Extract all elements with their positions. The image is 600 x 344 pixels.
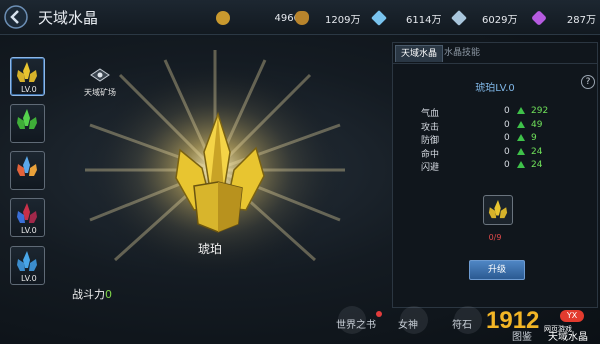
silver-diamond-icon [451, 10, 467, 26]
resource-value: 6029万 [482, 14, 518, 26]
crystal-info-panel: 天域水晶 水晶技能 ? 琥珀LV.0 气血 0 292 攻击 0 49 防御 0 [392, 42, 598, 308]
mine-icon [90, 68, 110, 82]
crystal-level: LV.0 [21, 85, 37, 94]
resource-silver-diamond: 6029万 [451, 10, 518, 26]
green-crystal-icon [17, 109, 37, 129]
tab-sky-crystal[interactable]: 天域水晶 [395, 45, 444, 62]
game-screen: 天域水晶 4966 1209万 6114万 6029万 287万 LV.0 LV… [0, 0, 600, 344]
stat-next: 24 [531, 160, 543, 170]
watermark-number: 1912 [486, 307, 540, 334]
mine-label: 天域矿场 [84, 88, 116, 97]
resource-value: 1209万 [325, 14, 361, 26]
crystal-slot-green[interactable] [10, 104, 45, 143]
arrow-up-icon [517, 147, 525, 155]
fire-crystal-icon [17, 156, 37, 176]
crystal-name: 琥珀 [198, 242, 223, 256]
page-title: 天域水晶 [38, 9, 99, 27]
stat-next: 9 [531, 133, 537, 143]
amber-crystal-icon [17, 62, 37, 82]
back-icon[interactable] [4, 5, 28, 29]
crystal-slot-fire[interactable] [10, 151, 45, 190]
crystal-slot-red[interactable]: LV.0 [10, 198, 45, 237]
nav-world-book[interactable]: 世界之书 [336, 306, 376, 334]
stat-row: 命中 0 24 [421, 147, 581, 161]
stat-next: 292 [531, 106, 549, 116]
stats-list: 气血 0 292 攻击 0 49 防御 0 9 命中 0 24 闪避 0 24 [421, 106, 581, 174]
crystal-slot-blue[interactable]: LV.0 [10, 246, 45, 285]
resource-value: 287万 [566, 14, 596, 26]
panel-tabs: 天域水晶 水晶技能 [393, 43, 597, 64]
blue-diamond-icon [371, 10, 387, 26]
crystal-level-title: 琥珀LV.0 [475, 83, 515, 94]
crystal-slot-amber[interactable]: LV.0 [10, 57, 45, 96]
combat-power: 战斗力0 [72, 286, 112, 302]
tab-crystal-skills[interactable]: 水晶技能 [439, 45, 485, 61]
stat-name: 闪避 [421, 163, 440, 173]
resource-value: 6114万 [406, 14, 442, 26]
stat-next: 49 [531, 119, 543, 130]
coin-bag-icon [295, 11, 309, 25]
stat-row: 闪避 0 24 [421, 160, 581, 174]
resource-purple-gem: 287万 [531, 10, 596, 26]
nav-goddess[interactable]: 女神 [398, 306, 428, 334]
top-bar: 天域水晶 4966 1209万 6114万 6029万 287万 [0, 0, 600, 35]
stat-name: 防御 [421, 136, 440, 146]
stat-current: 0 [504, 146, 510, 157]
watermark-subtitle: 网页游戏 [544, 325, 572, 333]
stat-current: 0 [504, 119, 510, 130]
amber-crystal-image [175, 112, 265, 233]
stat-next: 24 [531, 146, 543, 157]
stat-row: 攻击 0 49 [421, 120, 581, 134]
upgrade-button[interactable]: 升级 [469, 260, 525, 280]
combat-power-label: 战斗力 [72, 288, 105, 301]
stat-current: 0 [504, 106, 510, 116]
blue-crystal-icon [17, 251, 37, 271]
amber-crystal-icon [488, 200, 508, 219]
resource-coin-bag: 1209万 [295, 10, 360, 26]
arrow-up-icon [517, 120, 525, 128]
watermark-badge: YX [560, 310, 584, 322]
gold-coin-icon [216, 11, 230, 25]
stat-row: 防御 0 9 [421, 133, 581, 147]
stat-row: 气血 0 292 [421, 106, 581, 120]
notification-dot [376, 311, 382, 317]
nav-runestone[interactable]: 符石 [452, 306, 482, 334]
stat-name: 气血 [421, 109, 440, 119]
upgrade-material-slot[interactable] [483, 195, 513, 225]
crystal-level: LV.0 [21, 226, 37, 235]
arrow-up-icon [517, 134, 525, 141]
arrow-up-icon [517, 107, 525, 114]
mine-button[interactable]: 天域矿场 [78, 67, 122, 98]
arrow-up-icon [517, 161, 525, 168]
stat-name: 攻击 [421, 122, 440, 133]
stat-current: 0 [504, 133, 510, 143]
site-watermark: 1912 YX 网页游戏 [486, 307, 596, 341]
stat-current: 0 [504, 160, 510, 170]
resource-blue-diamond: 6114万 [371, 10, 442, 26]
red-crystal-icon [17, 203, 37, 223]
material-progress: 0/9 [488, 233, 502, 242]
stat-name: 命中 [421, 149, 440, 160]
purple-gem-icon [531, 10, 547, 26]
crystal-level: LV.0 [21, 274, 37, 283]
combat-power-value: 0 [105, 288, 112, 301]
resource-gold: 4966 [216, 10, 300, 26]
